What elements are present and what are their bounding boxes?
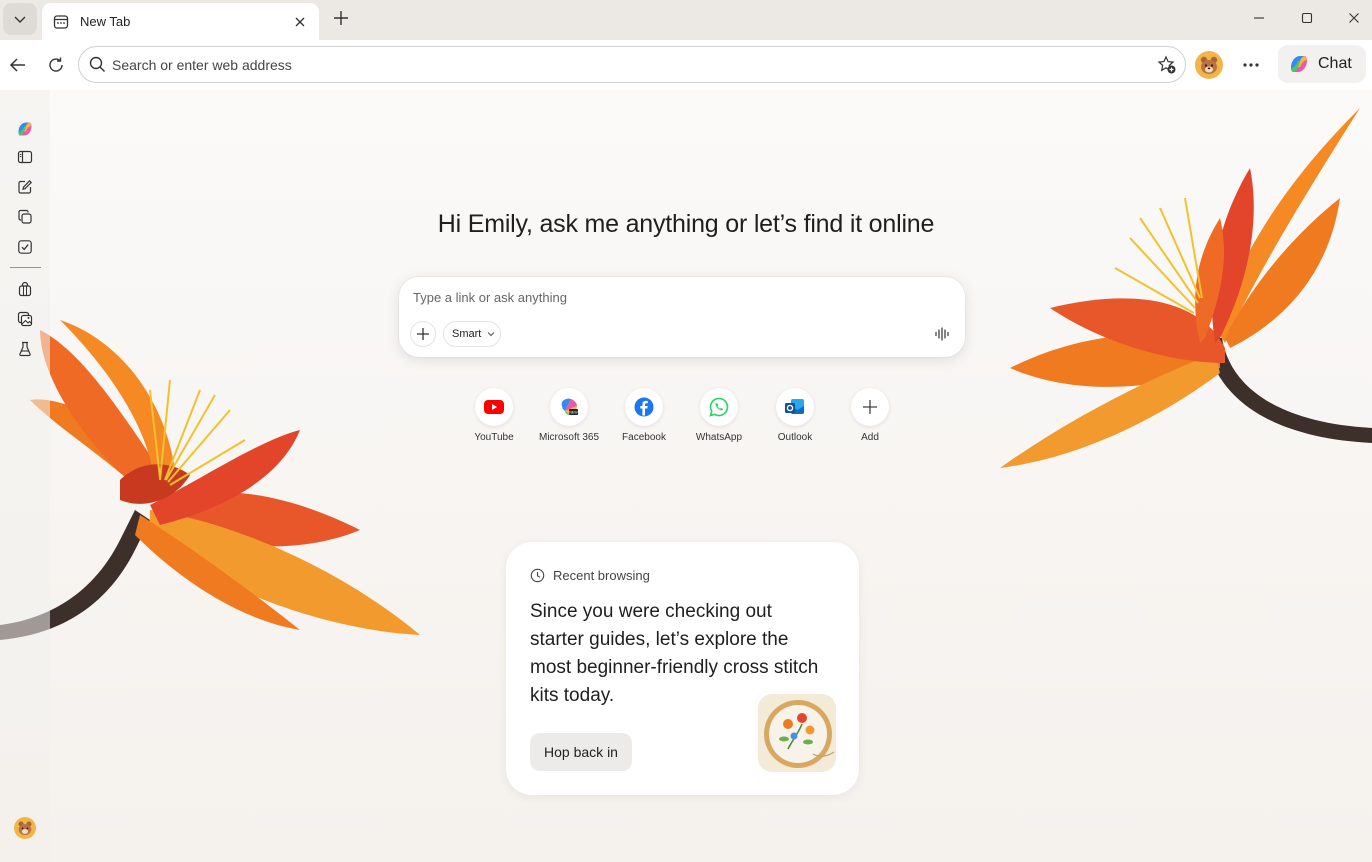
sidebar-item-tasks[interactable]	[14, 236, 36, 258]
ask-input[interactable]	[413, 287, 913, 307]
card-header: Recent browsing	[530, 568, 650, 583]
recent-browsing-card: Recent browsing Since you were checking …	[506, 542, 859, 795]
copilot-ask-box: Smart	[399, 277, 965, 357]
microsoft365-icon: NEW	[550, 388, 588, 426]
tab-list-button[interactable]	[3, 3, 37, 35]
sidebar-item-shopping[interactable]	[14, 278, 36, 300]
chevron-down-icon	[487, 330, 495, 338]
hop-back-in-button[interactable]: Hop back in	[530, 733, 632, 771]
shortcut-outlook[interactable]: Outlook	[765, 388, 825, 443]
copilot-icon	[1291, 56, 1307, 72]
back-button[interactable]	[5, 52, 31, 78]
copilot-chat-button[interactable]: Chat	[1278, 45, 1366, 83]
tab-title: New Tab	[80, 14, 131, 29]
history-icon	[530, 568, 545, 583]
refresh-button[interactable]	[43, 52, 69, 78]
new-tab-button[interactable]	[329, 6, 353, 30]
flask-icon	[19, 341, 31, 357]
shortcut-youtube[interactable]: YouTube	[464, 388, 524, 443]
profile-avatar[interactable]	[1195, 51, 1223, 79]
add-favorite-icon[interactable]	[1155, 53, 1179, 77]
whatsapp-icon	[700, 388, 738, 426]
shortcut-facebook[interactable]: Facebook	[614, 388, 674, 443]
shortcut-label: YouTube	[474, 432, 514, 443]
search-icon	[87, 55, 107, 75]
plus-icon	[417, 328, 429, 340]
youtube-icon	[475, 388, 513, 426]
settings-more-button[interactable]	[1238, 52, 1264, 78]
shortcut-add[interactable]: Add	[840, 388, 900, 443]
tab-strip: New Tab	[0, 0, 1372, 40]
greeting-heading: Hi Emily, ask me anything or let’s find …	[437, 210, 935, 238]
sidebar-item-images[interactable]	[14, 308, 36, 330]
shortcut-whatsapp[interactable]: WhatsApp	[689, 388, 749, 443]
copilot-icon	[18, 122, 32, 136]
arrow-left-icon	[9, 58, 25, 72]
toolbar: Chat	[0, 40, 1372, 90]
mode-label: Smart	[452, 328, 482, 340]
shortcut-label: Outlook	[777, 432, 813, 443]
refresh-icon	[49, 57, 63, 72]
checkbox-icon	[18, 240, 32, 254]
address-bar[interactable]	[78, 46, 1186, 83]
edit-icon	[18, 179, 33, 194]
flower-illustration-right	[1000, 108, 1372, 468]
close-tab-icon[interactable]	[291, 13, 309, 31]
svg-text:NEW: NEW	[569, 411, 578, 415]
close-icon	[1349, 13, 1359, 23]
shortcut-microsoft365[interactable]: NEW Microsoft 365	[539, 388, 599, 443]
address-input[interactable]	[112, 49, 1155, 80]
voice-input-button[interactable]	[931, 323, 953, 345]
sidebar-panel-icon	[17, 150, 33, 164]
maximize-icon	[1301, 12, 1313, 24]
chat-label: Chat	[1318, 55, 1352, 72]
sidebar-item-compose[interactable]	[14, 176, 36, 198]
attach-button[interactable]	[410, 321, 436, 347]
new-tab-page: Hi Emily, ask me anything or let’s find …	[0, 90, 1372, 862]
shortcut-label: Add	[861, 432, 879, 443]
new-tab-icon	[52, 13, 70, 31]
sidebar-item-labs[interactable]	[14, 338, 36, 360]
sidebar-avatar[interactable]	[14, 817, 36, 839]
sidebar-divider	[10, 267, 41, 268]
plus-icon	[851, 388, 889, 426]
flower-illustration-left	[0, 320, 420, 640]
shopping-bag-icon	[18, 281, 32, 297]
sidebar	[0, 90, 50, 862]
chevron-down-icon	[14, 16, 26, 23]
minimize-button[interactable]	[1236, 4, 1282, 32]
card-header-label: Recent browsing	[553, 568, 650, 583]
minimize-icon	[1254, 17, 1264, 19]
shortcut-label: Microsoft 365	[538, 432, 600, 443]
mode-selector[interactable]: Smart	[443, 321, 501, 347]
close-window-button[interactable]	[1331, 4, 1372, 32]
outlook-icon	[776, 388, 814, 426]
shortcut-label: WhatsApp	[695, 432, 743, 443]
sidebar-item-reading-view[interactable]	[14, 146, 36, 168]
cross-stitch-thumbnail	[758, 694, 836, 772]
image-icon	[17, 311, 33, 327]
more-icon	[1243, 63, 1259, 67]
microphone-waveform-icon	[935, 327, 949, 341]
sidebar-item-copilot[interactable]	[14, 118, 36, 140]
facebook-icon	[625, 388, 663, 426]
maximize-button[interactable]	[1284, 4, 1330, 32]
plus-icon	[334, 11, 348, 25]
shortcut-label: Facebook	[622, 432, 666, 443]
tab-new-tab[interactable]: New Tab	[42, 3, 319, 40]
